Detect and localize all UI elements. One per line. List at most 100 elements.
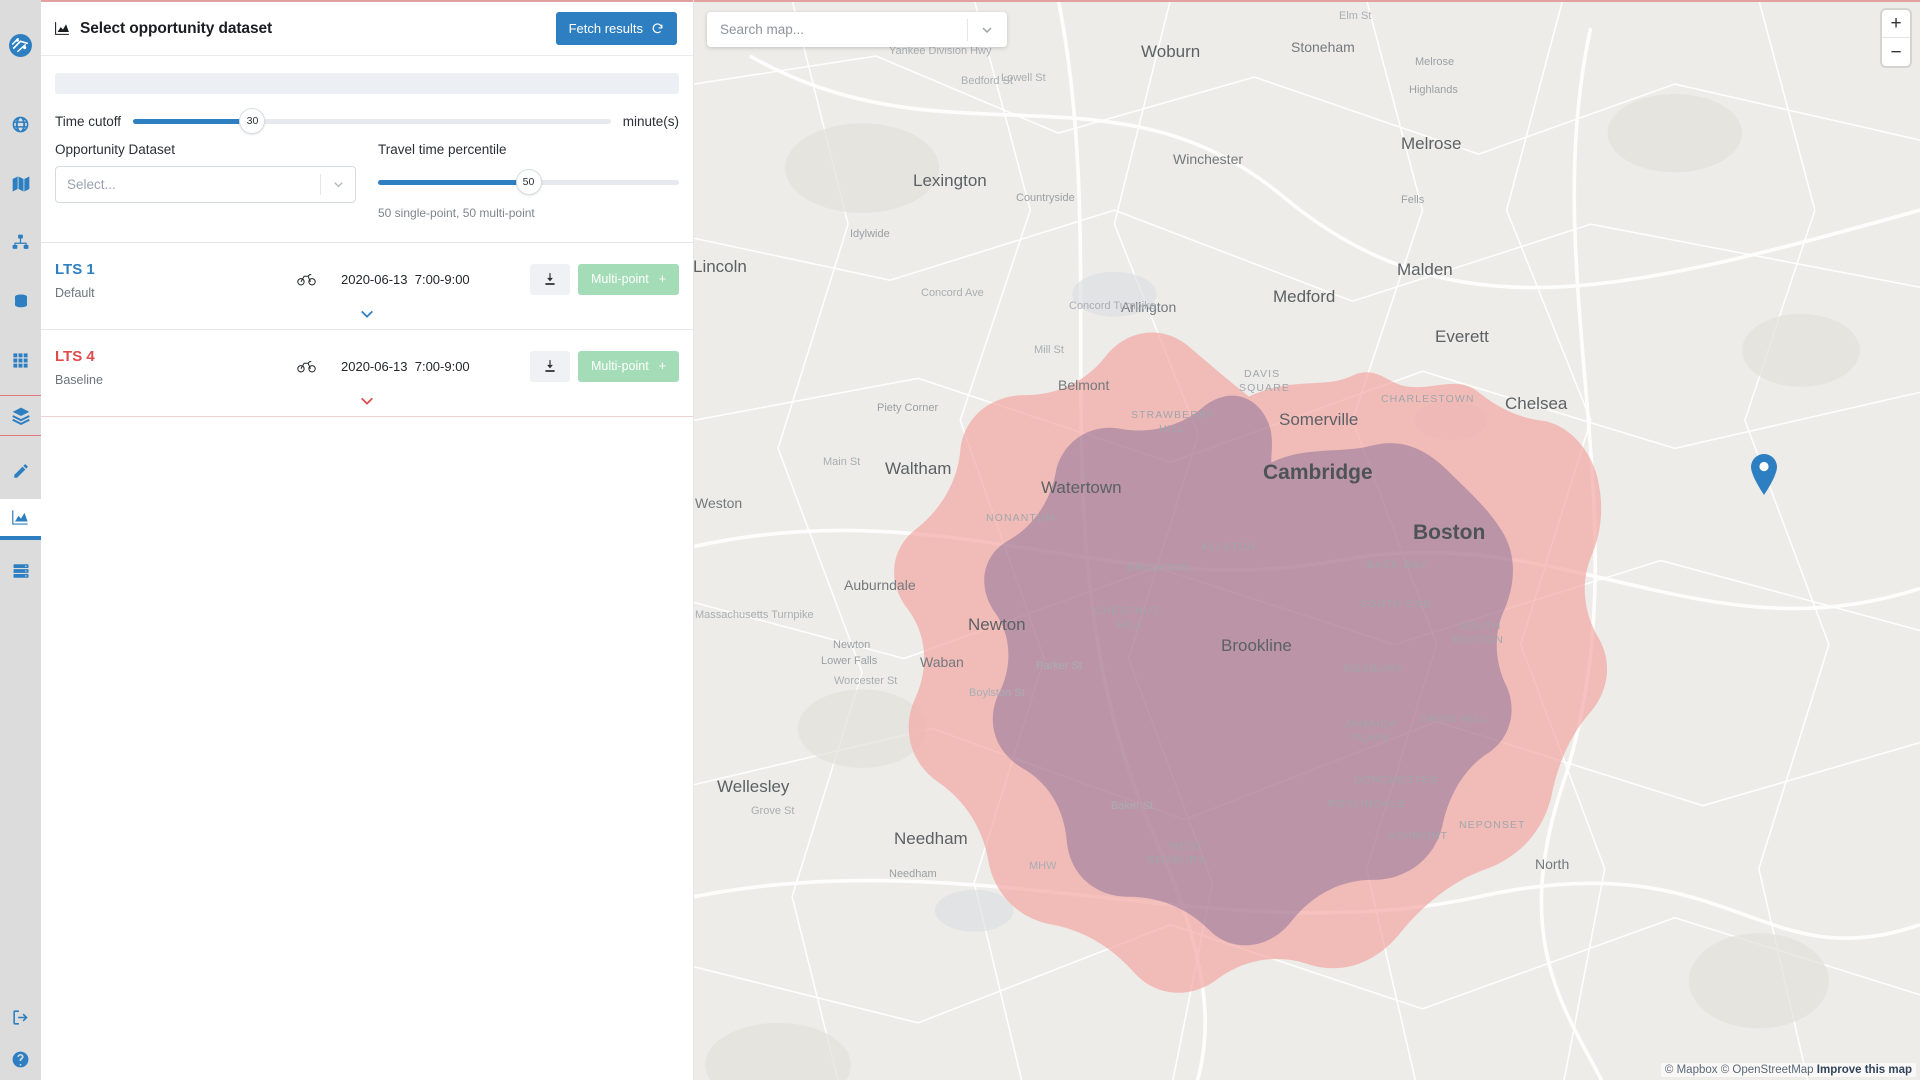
expand-row-button[interactable] [55,300,679,325]
result-actions: Multi-point + [530,263,679,295]
table-row: LTS 1 Default 2020-06-13 7:00-9:00 Multi… [41,242,693,329]
map-zoom-controls: + − [1882,10,1910,66]
project-tree-icon [12,234,29,249]
sidebar-item-analyze[interactable] [0,499,41,540]
chevron-down-icon[interactable] [321,177,355,192]
search-input[interactable]: Search map... [708,22,967,37]
result-time-range: 7:00-9:00 [414,271,470,287]
download-icon [545,360,555,372]
sidebar-item-modifications[interactable] [0,395,41,436]
sidebar-item-projects[interactable] [0,222,41,263]
chart-area-icon [55,22,69,35]
sidebar-item-opportunity-datasets[interactable] [0,281,41,322]
fetch-results-button[interactable]: Fetch results [555,12,677,45]
expand-row-button[interactable] [55,387,679,412]
result-date: 2020-06-13 [341,358,408,374]
origin-marker[interactable] [1749,453,1779,500]
conveyal-logo-icon[interactable] [8,33,33,58]
multi-point-plus: + [658,359,666,374]
app-root: Select opportunity dataset Fetch results… [0,0,1920,1080]
zoom-out-button[interactable]: − [1882,38,1910,66]
sidebar-item-edit[interactable] [0,450,41,491]
result-subtitle: Baseline [55,372,103,387]
result-name-col: LTS 4 Baseline [55,346,271,387]
sidebar-item-regions[interactable] [0,104,41,145]
sidebar-item-logout[interactable] [0,996,41,1038]
zoom-in-button[interactable]: + [1882,10,1910,38]
time-cutoff-row: Time cutoff 30 minute(s) [55,108,679,134]
result-date: 2020-06-13 [341,271,408,287]
refresh-icon [652,23,663,34]
map-canvas [694,0,1920,1080]
analysis-panel: Select opportunity dataset Fetch results… [41,0,694,1080]
globe-icon [12,116,29,133]
map-search: Search map... [707,12,1007,47]
multi-point-label: Multi-point [591,272,649,287]
progress-bar [55,73,679,94]
download-button[interactable] [530,263,571,295]
result-time-range: 7:00-9:00 [414,358,470,374]
map-icon [12,176,29,191]
attribution-mapbox[interactable]: © Mapbox [1665,1064,1718,1076]
help-circle-icon [12,1051,29,1067]
result-subtitle: Default [55,285,95,300]
time-cutoff-label: Time cutoff [55,113,122,129]
opportunity-dataset-label: Opportunity Dataset [55,142,176,157]
result-name-col: LTS 1 Default [55,259,271,300]
percentile-hint: 50 single-point, 50 multi-point [378,206,535,220]
server-icon [13,563,28,578]
bicycle-icon [271,359,341,373]
travel-time-percentile-col: Travel time percentile 50 50 single-poin… [378,142,679,220]
travel-time-percentile-label: Travel time percentile [378,142,507,157]
result-name[interactable]: LTS 1 [55,259,271,281]
search-input-wrapper[interactable]: Search map... [707,12,1007,47]
chevron-down-icon [361,397,373,405]
logout-icon [13,1009,28,1025]
sidebar-bottom-group [0,996,41,1080]
slider-fill [378,179,529,185]
opportunity-dataset-col: Opportunity Dataset Select... [55,142,356,220]
download-button[interactable] [530,350,571,382]
sidebar-item-help[interactable] [0,1038,41,1080]
opportunity-dataset-placeholder: Select... [67,177,116,192]
multi-point-button[interactable]: Multi-point + [578,263,679,295]
time-cutoff-units: minute(s) [622,113,679,129]
sidebar-item-aggregation-areas[interactable] [0,340,41,381]
result-datetime: 2020-06-13 7:00-9:00 [341,272,530,287]
travel-time-percentile-knob[interactable]: 50 [515,169,542,195]
time-cutoff-slider[interactable]: 30 [133,108,611,134]
settings-columns: Opportunity Dataset Select... Travel tim… [55,142,679,220]
database-icon [14,294,27,307]
opportunity-dataset-select[interactable]: Select... [55,166,356,203]
result-datetime: 2020-06-13 7:00-9:00 [341,359,530,374]
slider-fill [133,118,253,124]
grid-icon [13,353,28,368]
results-list: LTS 1 Default 2020-06-13 7:00-9:00 Multi… [41,242,693,417]
multi-point-button[interactable]: Multi-point + [578,350,679,382]
travel-time-percentile-slider[interactable]: 50 [378,169,679,195]
page-title: Select opportunity dataset [54,20,272,38]
result-row-main: LTS 4 Baseline 2020-06-13 7:00-9:00 Mult… [55,346,679,387]
sidebar-item-regional-analyses[interactable] [0,550,41,591]
layers-icon [11,407,30,425]
attribution-improve[interactable]: Improve this map [1817,1064,1912,1076]
chevron-down-icon [361,310,373,318]
page-title-text: Select opportunity dataset [80,19,273,37]
panel-header: Select opportunity dataset Fetch results [41,2,693,56]
bicycle-icon [271,272,341,286]
result-name[interactable]: LTS 4 [55,346,271,368]
multi-point-plus: + [658,272,666,287]
panel-body: Time cutoff 30 minute(s) Opportunity Dat… [41,73,693,220]
time-cutoff-knob[interactable]: 30 [239,108,266,134]
pencil-icon [13,463,28,478]
fetch-results-label: Fetch results [568,21,643,36]
map-view[interactable]: Woburn Stoneham Melrose Highlands Melrose Lex… [694,0,1920,1080]
sidebar-rail [0,0,41,1080]
map-attribution: © Mapbox © OpenStreetMap Improve this ma… [1660,1063,1916,1077]
attribution-osm[interactable]: © OpenStreetMap [1721,1064,1814,1076]
download-icon [545,273,555,286]
map-top-accent [694,0,1920,2]
chevron-down-icon[interactable] [968,22,1006,38]
sidebar-item-bundles[interactable] [0,163,41,204]
result-actions: Multi-point + [530,350,679,382]
